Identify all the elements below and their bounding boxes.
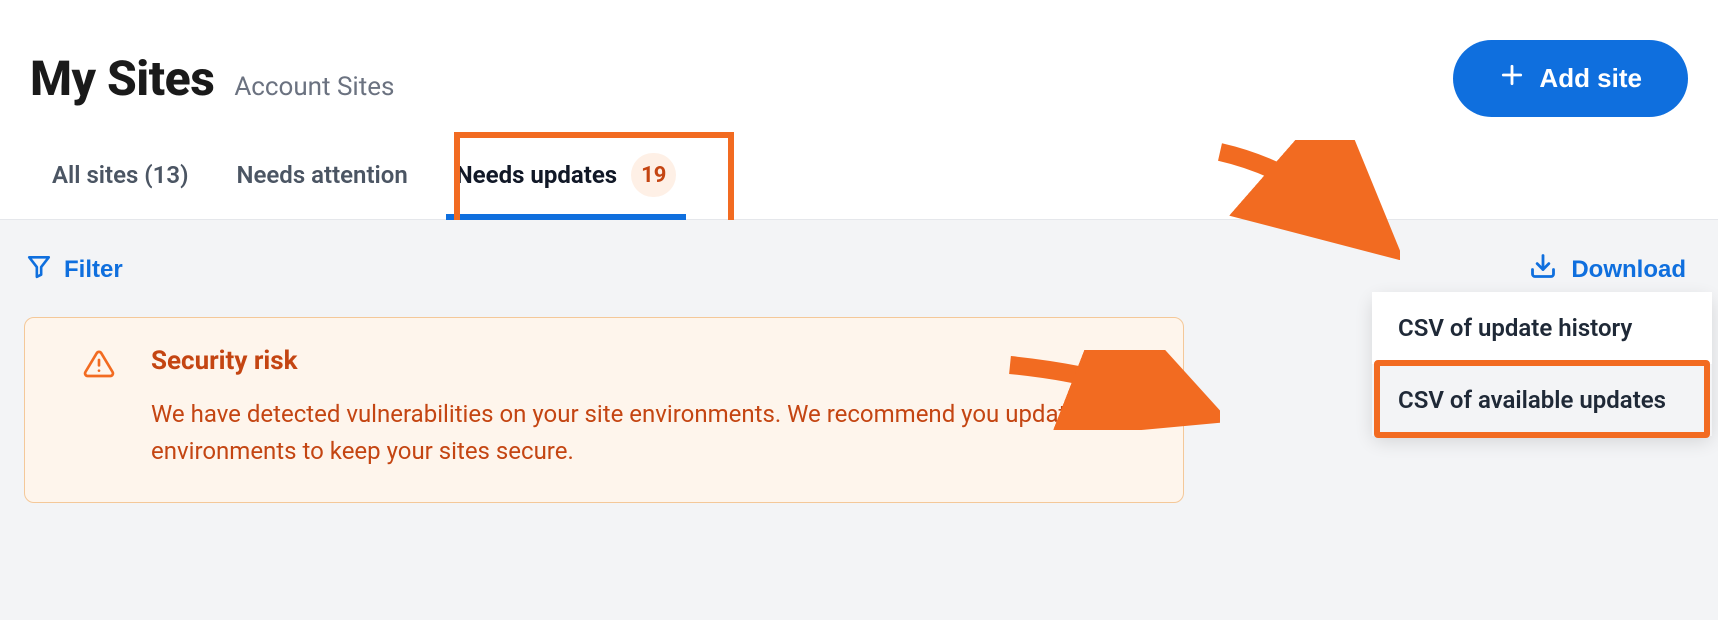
alert-body: Security risk We have detected vulnerabi… <box>151 346 1147 470</box>
tabs-bar: All sites (13) Needs attention Needs upd… <box>0 127 1718 220</box>
toolbar: Filter Download <box>24 250 1688 289</box>
download-button[interactable]: Download <box>1527 250 1688 289</box>
content-area: Filter Download Security risk We hav <box>0 220 1718 620</box>
tab-all-sites[interactable]: All sites (13) <box>52 161 189 211</box>
tab-label: All sites (13) <box>52 161 189 189</box>
add-site-label: Add site <box>1539 63 1642 94</box>
plus-icon <box>1499 62 1525 95</box>
page-subtitle: Account Sites <box>234 72 394 102</box>
alert-text: We have detected vulnerabilities on your… <box>151 396 1147 470</box>
filter-label: Filter <box>64 256 123 284</box>
dropdown-item-update-history[interactable]: CSV of update history <box>1372 292 1712 364</box>
dropdown-item-available-updates[interactable]: CSV of available updates <box>1372 364 1712 436</box>
page-title: My Sites <box>30 50 214 107</box>
download-icon <box>1529 252 1557 287</box>
filter-icon <box>26 253 52 286</box>
download-label: Download <box>1571 256 1686 284</box>
tab-label: Needs updates <box>456 161 617 189</box>
header-left: My Sites Account Sites <box>30 50 394 107</box>
download-dropdown: CSV of update history CSV of available u… <box>1372 292 1712 436</box>
filter-button[interactable]: Filter <box>24 251 125 288</box>
page-header: My Sites Account Sites Add site <box>0 0 1718 127</box>
tab-needs-updates[interactable]: Needs updates 19 <box>456 153 677 219</box>
tab-label: Needs attention <box>237 161 408 189</box>
security-risk-alert: Security risk We have detected vulnerabi… <box>24 317 1184 503</box>
alert-title: Security risk <box>151 346 1147 376</box>
alert-icon <box>83 348 115 384</box>
add-site-button[interactable]: Add site <box>1453 40 1688 117</box>
tab-badge: 19 <box>631 153 676 197</box>
tab-needs-attention[interactable]: Needs attention <box>237 161 408 211</box>
